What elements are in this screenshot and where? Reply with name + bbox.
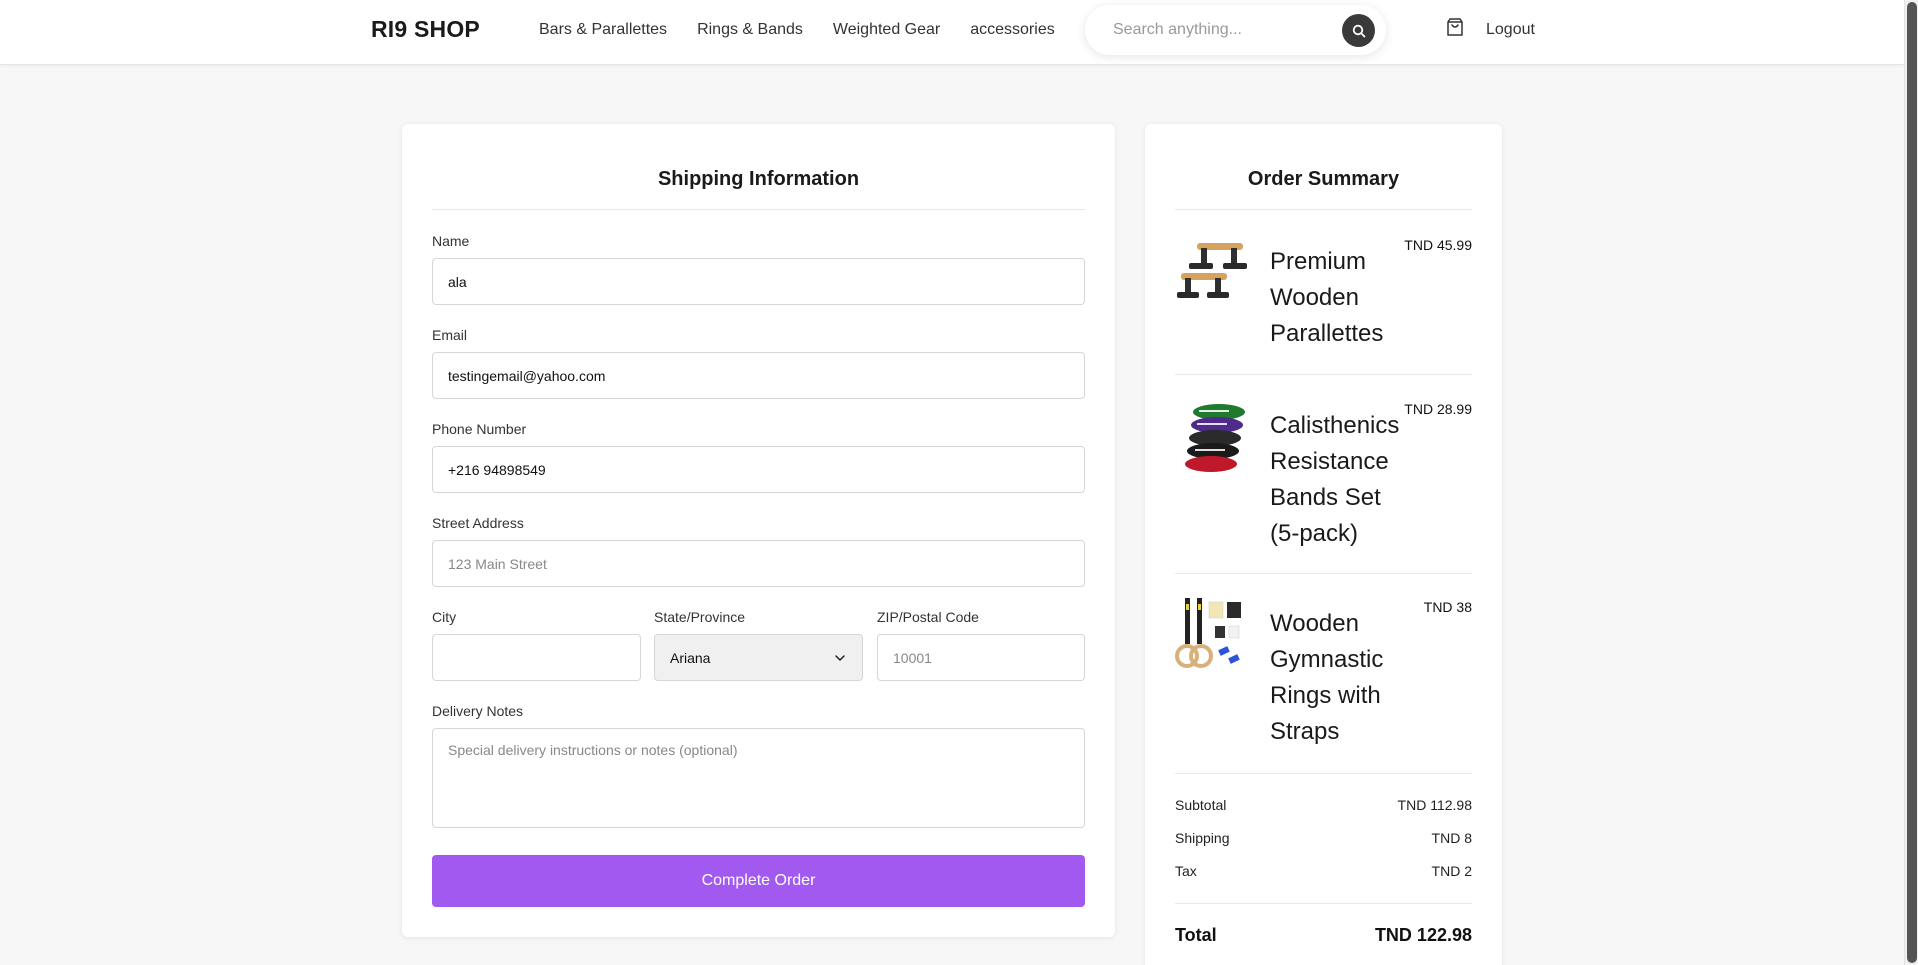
item-name: Calisthenics Resistance Bands Set (5-pac… xyxy=(1270,412,1400,547)
search-bar xyxy=(1085,5,1386,55)
cart-item: Premium Wooden Parallettes TND 45.99 xyxy=(1175,234,1472,374)
shipping-form-card: Shipping Information Name Email Phone Nu… xyxy=(402,124,1115,937)
gymnastic-rings-image xyxy=(1175,596,1255,676)
search-input[interactable] xyxy=(1113,19,1333,41)
divider xyxy=(1175,374,1472,375)
item-price: TND 45.99 xyxy=(1404,237,1472,253)
divider xyxy=(432,209,1085,210)
street-label: Street Address xyxy=(432,515,524,531)
tax-value: TND 2 xyxy=(1431,863,1472,879)
state-label: State/Province xyxy=(654,609,746,625)
name-label: Name xyxy=(432,233,470,249)
main-nav: Bars & Parallettes Rings & Bands Weighte… xyxy=(539,21,1055,39)
site-header: RI9 SHOP Bars & Parallettes Rings & Band… xyxy=(0,0,1904,65)
cart-item: Calisthenics Resistance Bands Set (5-pac… xyxy=(1175,398,1472,573)
shipping-value: TND 8 xyxy=(1431,830,1472,846)
order-summary-card: Order Summary Premium Wooden Parallettes… xyxy=(1145,124,1502,965)
cart-item: Wooden Gymnastic Rings with Straps TND 3… xyxy=(1175,596,1472,771)
search-icon xyxy=(1352,24,1365,37)
resistance-bands-image xyxy=(1175,398,1255,478)
search-button[interactable] xyxy=(1342,14,1375,47)
scrollbar-thumb[interactable] xyxy=(1907,2,1917,963)
item-price: TND 38 xyxy=(1423,599,1472,615)
nav-weighted-gear[interactable]: Weighted Gear xyxy=(833,21,940,39)
shipping-label: Shipping xyxy=(1175,830,1230,846)
nav-bars-parallettes[interactable]: Bars & Parallettes xyxy=(539,21,667,39)
notes-label: Delivery Notes xyxy=(432,703,524,719)
complete-order-button[interactable]: Complete Order xyxy=(432,855,1085,907)
divider xyxy=(1175,903,1472,904)
city-label: City xyxy=(432,609,457,625)
site-logo[interactable]: RI9 SHOP xyxy=(371,16,480,43)
email-label: Email xyxy=(432,327,468,343)
item-name: Wooden Gymnastic Rings with Straps xyxy=(1270,610,1384,745)
delivery-notes-field[interactable] xyxy=(432,728,1085,828)
page-scrollbar[interactable] xyxy=(1904,0,1918,965)
shipping-title: Shipping Information xyxy=(657,168,860,190)
tax-label: Tax xyxy=(1175,863,1197,879)
street-field[interactable] xyxy=(432,540,1085,587)
state-selected-value: Ariana xyxy=(670,650,711,666)
phone-field[interactable] xyxy=(432,446,1085,493)
parallettes-image xyxy=(1175,234,1255,314)
divider xyxy=(1175,773,1472,774)
item-price: TND 28.99 xyxy=(1404,401,1472,417)
item-name: Premium Wooden Parallettes xyxy=(1270,248,1384,347)
phone-label: Phone Number xyxy=(432,421,527,437)
nav-accessories[interactable]: accessories xyxy=(970,21,1054,39)
summary-title: Order Summary xyxy=(1247,168,1400,190)
zip-label: ZIP/Postal Code xyxy=(877,609,979,625)
city-field[interactable] xyxy=(432,634,641,681)
divider xyxy=(1175,573,1472,574)
nav-rings-bands[interactable]: Rings & Bands xyxy=(697,21,803,39)
subtotal-label: Subtotal xyxy=(1175,797,1227,813)
shopping-bag-icon[interactable] xyxy=(1444,16,1466,38)
name-field[interactable] xyxy=(432,258,1085,305)
state-select[interactable]: Ariana xyxy=(654,634,863,681)
total-value: TND 122.98 xyxy=(1374,925,1472,945)
divider xyxy=(1175,209,1472,210)
zip-field[interactable] xyxy=(877,634,1085,681)
logout-link[interactable]: Logout xyxy=(1486,21,1535,39)
email-field[interactable] xyxy=(432,352,1085,399)
subtotal-value: TND 112.98 xyxy=(1397,797,1472,813)
total-label: Total xyxy=(1175,925,1217,945)
chevron-down-icon xyxy=(835,655,845,661)
